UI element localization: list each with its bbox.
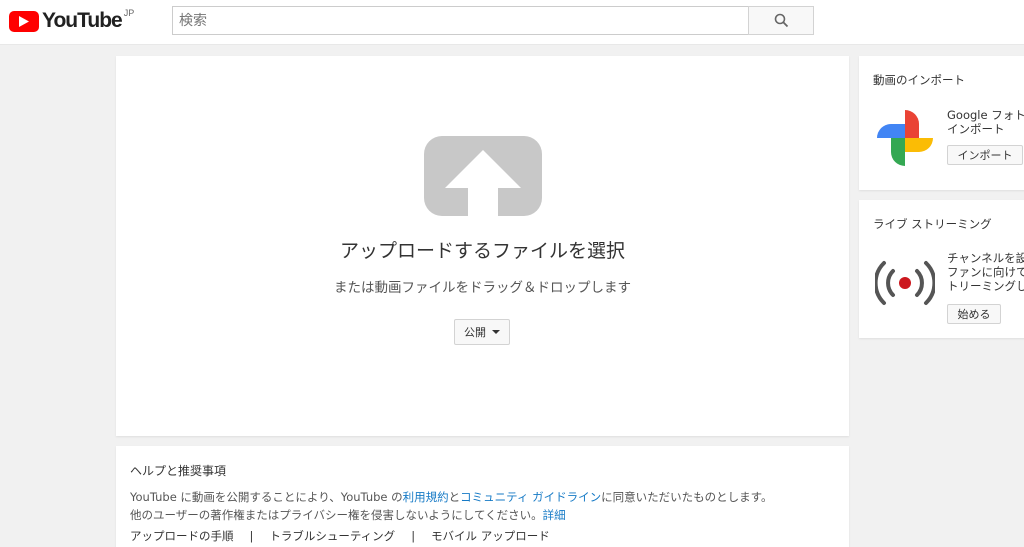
- terms-notice-text: YouTube に動画を公開することにより、YouTube の: [130, 490, 403, 504]
- help-panel: ヘルプと推奨事項 YouTube に動画を公開することにより、YouTube の…: [116, 446, 849, 547]
- live-streaming-card: ライブ ストリーミング チャンネルを設 ファンに向けて トリーミングし 始める: [859, 200, 1024, 338]
- caret-down-icon: [492, 330, 500, 334]
- help-links: アップロードの手順 | トラブルシューティング | モバイル アップロード: [130, 528, 550, 544]
- select-files-title[interactable]: アップロードするファイルを選択: [116, 236, 849, 263]
- live-text-line: ファンに向けて: [947, 265, 1024, 279]
- upload-instructions-link[interactable]: アップロードの手順: [130, 528, 234, 544]
- logo-wordmark: YouTube: [42, 9, 123, 32]
- play-icon: [9, 10, 39, 32]
- import-card-title: 動画のインポート: [873, 73, 965, 87]
- copyright-notice-text: 他のユーザーの著作権またはプライバシー権を侵害しないようにしてください。: [130, 508, 543, 522]
- search-icon: [774, 13, 788, 28]
- terms-and-text: と: [448, 490, 461, 504]
- get-started-button[interactable]: 始める: [947, 304, 1001, 324]
- help-title: ヘルプと推奨事項: [130, 464, 227, 478]
- link-separator: |: [249, 529, 254, 543]
- live-broadcast-icon: [873, 258, 937, 312]
- live-text-line: トリーミングし: [947, 279, 1024, 293]
- import-description: Google フォト インポート: [947, 108, 1024, 136]
- import-text-line: インポート: [947, 122, 1005, 136]
- details-link[interactable]: 詳細: [543, 508, 566, 522]
- troubleshooting-link[interactable]: トラブルシューティング: [269, 528, 395, 544]
- live-text-line: チャンネルを設: [947, 251, 1024, 265]
- live-card-title: ライブ ストリーミング: [873, 217, 992, 231]
- google-photos-icon: [873, 106, 937, 174]
- youtube-logo[interactable]: YouTube JP: [9, 8, 135, 33]
- terms-notice-suffix: に同意いただいたものとします。: [601, 490, 773, 504]
- upload-arrow-icon[interactable]: [424, 136, 542, 220]
- upload-panel: アップロードするファイルを選択 または動画ファイルをドラッグ＆ドロップします 公…: [116, 56, 849, 436]
- privacy-dropdown[interactable]: 公開: [454, 319, 510, 345]
- import-button[interactable]: インポート: [947, 145, 1023, 165]
- search-input[interactable]: [172, 6, 749, 35]
- copyright-notice: 他のユーザーの著作権またはプライバシー権を侵害しないようにしてください。詳細: [130, 507, 566, 523]
- import-text-line: Google フォト: [947, 108, 1024, 122]
- masthead: YouTube JP: [0, 0, 1024, 45]
- community-guidelines-link[interactable]: コミュニティ ガイドライン: [460, 490, 601, 504]
- mobile-upload-link[interactable]: モバイル アップロード: [431, 528, 550, 544]
- terms-link[interactable]: 利用規約: [403, 490, 449, 504]
- terms-notice: YouTube に動画を公開することにより、YouTube の利用規約とコミュニ…: [130, 489, 772, 505]
- search-button[interactable]: [748, 6, 814, 35]
- privacy-label: 公開: [464, 326, 486, 339]
- drag-drop-hint: または動画ファイルをドラッグ＆ドロップします: [334, 280, 631, 296]
- region-code: JP: [123, 8, 135, 18]
- link-separator: |: [411, 529, 416, 543]
- live-description: チャンネルを設 ファンに向けて トリーミングし: [947, 251, 1024, 293]
- video-import-card: 動画のインポート Google フォト インポート インポート: [859, 56, 1024, 190]
